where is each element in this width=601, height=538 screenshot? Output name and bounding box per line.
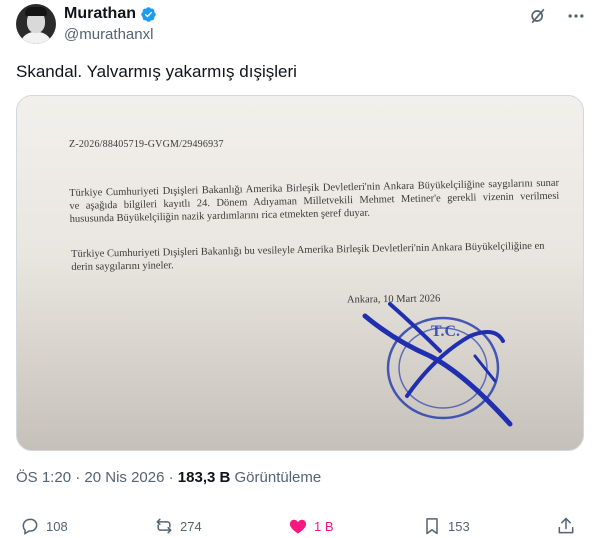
repost-button[interactable]: 274 [154, 516, 202, 536]
tweet-meta: ÖS 1:20 · 20 Nis 2026 · 183,3 B Görüntül… [16, 469, 321, 486]
tweet-header: Murathan @murathanxl [16, 4, 586, 50]
tweet-text: Skandal. Yalvarmış yakarmış dışişleri [16, 62, 297, 81]
views-count: 183,3 B [177, 469, 231, 486]
author-name-row: Murathan [64, 4, 157, 24]
bookmark-button[interactable]: 153 [422, 516, 470, 536]
share-icon [558, 517, 574, 534]
repost-count: 274 [180, 518, 202, 534]
share-button[interactable] [556, 516, 576, 536]
reply-icon [22, 518, 38, 535]
tweet-time[interactable]: ÖS 1:20 [16, 469, 71, 486]
meta-separator: · [168, 469, 174, 486]
bookmark-icon [426, 518, 438, 535]
views-label: Görüntüleme [234, 469, 322, 486]
grok-icon[interactable] [528, 6, 548, 26]
tweet-media-image[interactable]: Z-2026/88405719-GVGM/29496937 Türkiye Cu… [16, 95, 584, 451]
repost-icon [156, 518, 172, 534]
like-button[interactable]: 1 B [288, 516, 334, 536]
more-icon[interactable] [566, 6, 586, 26]
document-paragraph-1: Türkiye Cumhuriyeti Dışişleri Bakanlığı … [69, 177, 560, 225]
like-count: 1 B [314, 518, 334, 534]
meta-separator: · [75, 469, 81, 486]
document-reference: Z-2026/88405719-GVGM/29496937 [69, 139, 224, 150]
document-photo: Z-2026/88405719-GVGM/29496937 Türkiye Cu… [17, 96, 583, 450]
svg-text:T.C.: T.C. [431, 323, 460, 340]
avatar[interactable] [16, 4, 56, 44]
tweet-date[interactable]: 20 Nis 2026 [84, 469, 164, 486]
heart-icon [289, 519, 307, 534]
reply-count: 108 [46, 518, 68, 534]
tweet-actions: 108 274 1 B 153 [16, 516, 586, 538]
verified-badge-icon [141, 6, 156, 22]
official-stamp-icon: T.C. [362, 302, 513, 427]
document-paragraph-2: Türkiye Cumhuriyeti Dışişleri Bakanlığı … [71, 240, 545, 273]
author-handle[interactable]: @murathanxl [64, 26, 153, 43]
author-name[interactable]: Murathan [64, 5, 136, 23]
bookmark-count: 153 [448, 518, 470, 534]
reply-button[interactable]: 108 [20, 516, 68, 536]
